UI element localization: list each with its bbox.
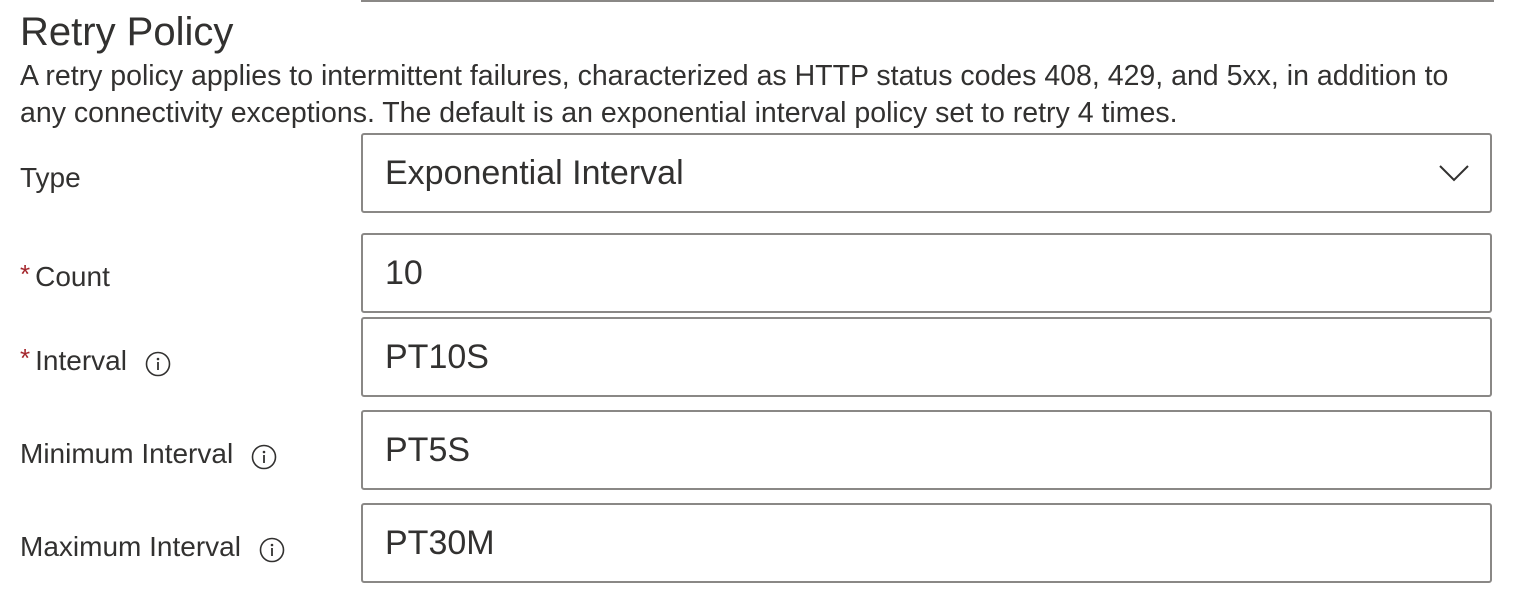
- type-dropdown[interactable]: Exponential Interval: [361, 133, 1492, 213]
- interval-field[interactable]: [361, 317, 1492, 397]
- info-icon[interactable]: [251, 444, 277, 470]
- maximum-interval-label-text: Maximum Interval: [20, 531, 241, 562]
- retry-policy-panel: Retry Policy A retry policy applies to i…: [0, 0, 1515, 597]
- minimum-interval-field[interactable]: [361, 410, 1492, 490]
- minimum-interval-label-text: Minimum Interval: [20, 438, 234, 469]
- interval-input[interactable]: [385, 337, 1465, 377]
- count-label: * Count: [20, 259, 110, 295]
- chevron-down-icon: [1439, 165, 1469, 182]
- divider: [361, 0, 1494, 2]
- count-input[interactable]: [385, 253, 1465, 293]
- info-icon[interactable]: [259, 537, 285, 563]
- section-description: A retry policy applies to intermittent f…: [20, 60, 1449, 129]
- type-label-text: Type: [20, 162, 81, 193]
- minimum-interval-input[interactable]: [385, 430, 1465, 470]
- maximum-interval-field[interactable]: [361, 503, 1492, 583]
- count-field[interactable]: [361, 233, 1492, 313]
- interval-label-text: Interval: [35, 345, 127, 376]
- count-label-text: Count: [35, 261, 110, 292]
- type-label: Type: [20, 160, 81, 196]
- required-indicator: *: [20, 259, 31, 289]
- info-icon[interactable]: [145, 351, 171, 377]
- section-title: Retry Policy: [20, 10, 234, 54]
- maximum-interval-label: Maximum Interval: [20, 529, 285, 565]
- minimum-interval-label: Minimum Interval: [20, 436, 277, 472]
- required-indicator: *: [20, 343, 31, 373]
- interval-label: * Interval: [20, 343, 171, 379]
- type-dropdown-value: Exponential Interval: [385, 154, 684, 192]
- maximum-interval-input[interactable]: [385, 523, 1465, 563]
